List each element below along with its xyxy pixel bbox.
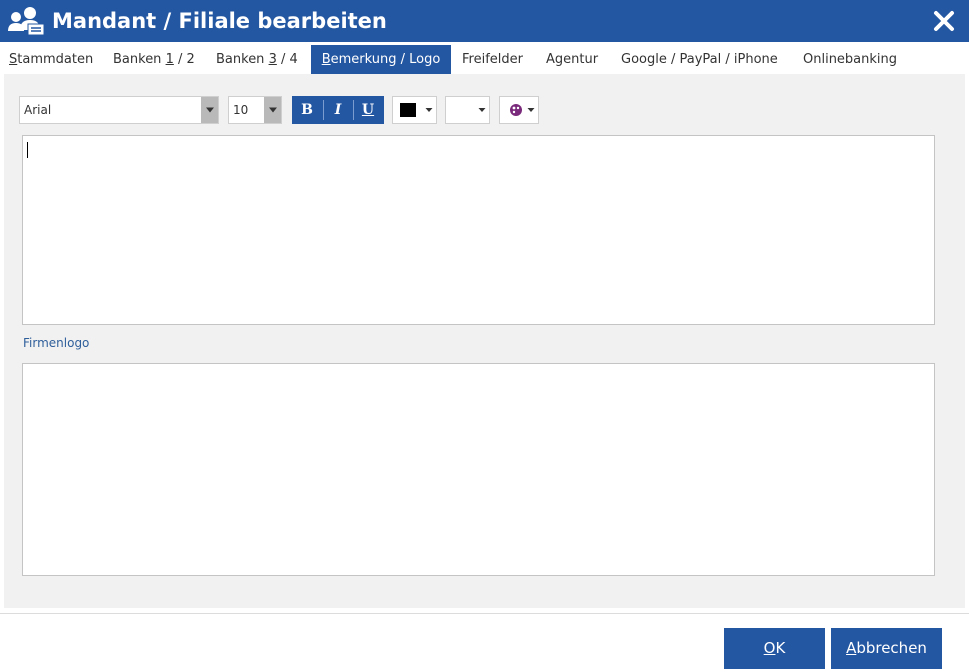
bold-button[interactable]: B <box>292 96 322 124</box>
tab-banken-1-2[interactable]: Banken 1 / 2 <box>113 45 195 74</box>
chevron-down-icon <box>201 97 218 123</box>
underline-button[interactable]: U <box>353 96 383 124</box>
tab-onlinebanking[interactable]: Onlinebanking <box>803 45 897 74</box>
text-format-group: B I U <box>292 96 384 124</box>
users-icon <box>8 7 45 36</box>
font-family-value: Arial <box>24 103 52 117</box>
footer-divider <box>0 613 969 614</box>
tab-stammdaten[interactable]: Stammdaten <box>9 45 93 74</box>
cancel-button[interactable]: Abbrechen <box>831 628 942 669</box>
chevron-down-icon <box>526 97 536 123</box>
close-icon[interactable] <box>929 6 959 36</box>
company-logo-area[interactable] <box>22 363 935 576</box>
font-size-select[interactable]: 10 <box>228 96 282 124</box>
tab-freifelder[interactable]: Freifelder <box>462 45 523 74</box>
tab-bar: Stammdaten Banken 1 / 2 Banken 3 / 4 Bem… <box>0 45 969 74</box>
tab-google-paypal-iphone[interactable]: Google / PayPal / iPhone <box>621 45 778 74</box>
window-title: Mandant / Filiale bearbeiten <box>52 9 387 33</box>
tab-agentur[interactable]: Agentur <box>546 45 598 74</box>
remark-editor[interactable] <box>22 135 935 325</box>
color-palette-icon <box>510 104 522 116</box>
company-logo-label: Firmenlogo <box>23 336 90 350</box>
font-size-value: 10 <box>233 103 249 117</box>
italic-button[interactable]: I <box>323 96 353 124</box>
chevron-down-icon <box>424 97 434 123</box>
highlight-color-button[interactable] <box>445 96 490 124</box>
chevron-down-icon <box>477 97 487 123</box>
chevron-down-icon <box>264 97 281 123</box>
title-bar: Mandant / Filiale bearbeiten <box>0 0 969 42</box>
text-color-swatch <box>400 103 416 117</box>
font-family-select[interactable]: Arial <box>19 96 219 124</box>
color-palette-button[interactable] <box>499 96 539 124</box>
tab-banken-3-4[interactable]: Banken 3 / 4 <box>216 45 298 74</box>
text-caret <box>27 142 28 158</box>
ok-button[interactable]: OK <box>724 628 825 669</box>
text-color-button[interactable] <box>392 96 437 124</box>
tab-bemerkung-logo[interactable]: Bemerkung / Logo <box>311 45 451 74</box>
